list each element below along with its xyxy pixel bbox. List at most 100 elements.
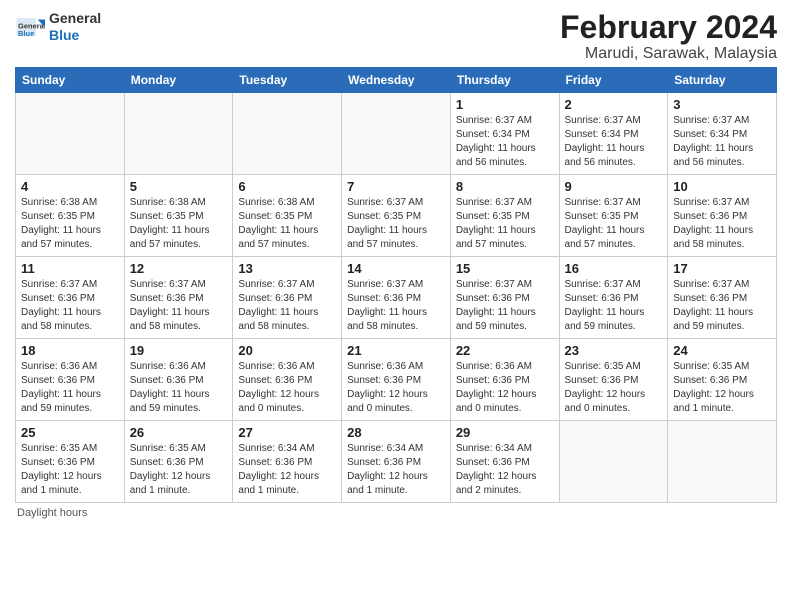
table-row: 7Sunrise: 6:37 AM Sunset: 6:35 PM Daylig… [342, 175, 451, 257]
day-info: Sunrise: 6:37 AM Sunset: 6:36 PM Dayligh… [238, 278, 336, 334]
day-info: Sunrise: 6:35 AM Sunset: 6:36 PM Dayligh… [565, 360, 663, 416]
subtitle: Marudi, Sarawak, Malaysia [560, 45, 777, 63]
table-row: 20Sunrise: 6:36 AM Sunset: 6:36 PM Dayli… [233, 339, 342, 421]
table-row: 16 Sunrise: 6:37 AM Sunset: 6:36 PM Dayli… [559, 257, 668, 339]
day-number: 5 [130, 179, 228, 194]
day-info: Sunrise: 6:34 AM Sunset: 6:36 PM Dayligh… [456, 442, 554, 498]
day-number: 16 [565, 261, 663, 276]
col-tuesday: Tuesday [233, 68, 342, 93]
table-row: 23 Sunrise: 6:35 AM Sunset: 6:36 PM Dayli… [559, 339, 668, 421]
table-row: 12 Sunrise: 6:37 AM Sunset: 6:36 PM Dayli… [124, 257, 233, 339]
main-title: February 2024 [560, 10, 777, 45]
day-info: Sunrise: 6:34 AM Sunset: 6:36 PM Dayligh… [238, 442, 336, 498]
day-info: Sunrise: 6:37 AM Sunset: 6:36 PM Dayligh… [673, 196, 771, 252]
day-info: Sunrise: 6:38 AM Sunset: 6:35 PM Dayligh… [130, 196, 228, 252]
day-number: 17 [673, 261, 771, 276]
col-friday: Friday [559, 68, 668, 93]
table-row [16, 93, 125, 175]
table-row: 13Sunrise: 6:37 AM Sunset: 6:36 PM Dayli… [233, 257, 342, 339]
day-info: Sunrise: 6:37 AM Sunset: 6:36 PM Dayligh… [456, 278, 554, 334]
day-number: 21 [347, 343, 445, 358]
day-number: 1 [456, 97, 554, 112]
day-number: 6 [238, 179, 336, 194]
table-row: 25 Sunrise: 6:35 AM Sunset: 6:36 PM Dayli… [16, 421, 125, 503]
day-number: 9 [565, 179, 663, 194]
table-row: 27 Sunrise: 6:34 AM Sunset: 6:36 PM Dayli… [233, 421, 342, 503]
day-number: 8 [456, 179, 554, 194]
day-number: 19 [130, 343, 228, 358]
day-number: 10 [673, 179, 771, 194]
table-row: 11 Sunrise: 6:37 AM Sunset: 6:36 PM Dayli… [16, 257, 125, 339]
table-row: 8Sunrise: 6:37 AM Sunset: 6:35 PM Daylig… [450, 175, 559, 257]
table-row: 5 Sunrise: 6:38 AM Sunset: 6:35 PM Daylig… [124, 175, 233, 257]
day-number: 7 [347, 179, 445, 194]
day-info: Sunrise: 6:38 AM Sunset: 6:35 PM Dayligh… [238, 196, 336, 252]
table-row [668, 421, 777, 503]
logo-general: General [49, 10, 101, 26]
col-thursday: Thursday [450, 68, 559, 93]
table-row: 24Sunrise: 6:35 AM Sunset: 6:36 PM Dayli… [668, 339, 777, 421]
table-row: 15 Sunrise: 6:37 AM Sunset: 6:36 PM Dayli… [450, 257, 559, 339]
calendar-week-row: 1 Sunrise: 6:37 AM Sunset: 6:34 PM Daylig… [16, 93, 777, 175]
logo-blue: Blue [49, 27, 79, 43]
svg-text:Blue: Blue [18, 29, 34, 38]
col-monday: Monday [124, 68, 233, 93]
table-row [124, 93, 233, 175]
day-number: 28 [347, 425, 445, 440]
table-row: 21 Sunrise: 6:36 AM Sunset: 6:36 PM Dayli… [342, 339, 451, 421]
table-row: 17 Sunrise: 6:37 AM Sunset: 6:36 PM Dayli… [668, 257, 777, 339]
day-number: 3 [673, 97, 771, 112]
day-info: Sunrise: 6:36 AM Sunset: 6:36 PM Dayligh… [238, 360, 336, 416]
day-info: Sunrise: 6:37 AM Sunset: 6:34 PM Dayligh… [673, 114, 771, 170]
day-number: 18 [21, 343, 119, 358]
table-row: 3 Sunrise: 6:37 AM Sunset: 6:34 PM Daylig… [668, 93, 777, 175]
table-row: 10 Sunrise: 6:37 AM Sunset: 6:36 PM Dayli… [668, 175, 777, 257]
day-number: 11 [21, 261, 119, 276]
day-info: Sunrise: 6:36 AM Sunset: 6:36 PM Dayligh… [21, 360, 119, 416]
page-container: General Blue General Blue February 2024 … [0, 0, 792, 529]
title-block: February 2024 Marudi, Sarawak, Malaysia [560, 10, 777, 63]
day-info: Sunrise: 6:36 AM Sunset: 6:36 PM Dayligh… [347, 360, 445, 416]
table-row: 1 Sunrise: 6:37 AM Sunset: 6:34 PM Daylig… [450, 93, 559, 175]
day-info: Sunrise: 6:37 AM Sunset: 6:34 PM Dayligh… [456, 114, 554, 170]
day-number: 22 [456, 343, 554, 358]
footer-note: Daylight hours [15, 507, 777, 519]
day-info: Sunrise: 6:34 AM Sunset: 6:36 PM Dayligh… [347, 442, 445, 498]
table-row [233, 93, 342, 175]
logo-icon: General Blue [15, 12, 45, 42]
day-number: 27 [238, 425, 336, 440]
col-wednesday: Wednesday [342, 68, 451, 93]
day-number: 4 [21, 179, 119, 194]
calendar-header-row: Sunday Monday Tuesday Wednesday Thursday… [16, 68, 777, 93]
col-saturday: Saturday [668, 68, 777, 93]
table-row: 4 Sunrise: 6:38 AM Sunset: 6:35 PM Daylig… [16, 175, 125, 257]
day-number: 26 [130, 425, 228, 440]
day-number: 23 [565, 343, 663, 358]
calendar-week-row: 11 Sunrise: 6:37 AM Sunset: 6:36 PM Dayli… [16, 257, 777, 339]
day-info: Sunrise: 6:37 AM Sunset: 6:36 PM Dayligh… [673, 278, 771, 334]
day-info: Sunrise: 6:37 AM Sunset: 6:36 PM Dayligh… [130, 278, 228, 334]
table-row: 19Sunrise: 6:36 AM Sunset: 6:36 PM Dayli… [124, 339, 233, 421]
day-info: Sunrise: 6:35 AM Sunset: 6:36 PM Dayligh… [21, 442, 119, 498]
day-info: Sunrise: 6:36 AM Sunset: 6:36 PM Dayligh… [456, 360, 554, 416]
day-info: Sunrise: 6:37 AM Sunset: 6:36 PM Dayligh… [565, 278, 663, 334]
table-row: 26Sunrise: 6:35 AM Sunset: 6:36 PM Dayli… [124, 421, 233, 503]
day-info: Sunrise: 6:37 AM Sunset: 6:36 PM Dayligh… [21, 278, 119, 334]
day-number: 12 [130, 261, 228, 276]
table-row: 6 Sunrise: 6:38 AM Sunset: 6:35 PM Daylig… [233, 175, 342, 257]
col-sunday: Sunday [16, 68, 125, 93]
day-info: Sunrise: 6:38 AM Sunset: 6:35 PM Dayligh… [21, 196, 119, 252]
day-number: 24 [673, 343, 771, 358]
day-number: 2 [565, 97, 663, 112]
day-number: 15 [456, 261, 554, 276]
table-row: 18 Sunrise: 6:36 AM Sunset: 6:36 PM Dayli… [16, 339, 125, 421]
calendar-table: Sunday Monday Tuesday Wednesday Thursday… [15, 67, 777, 503]
logo: General Blue General Blue [15, 10, 101, 44]
day-number: 25 [21, 425, 119, 440]
table-row: 28 Sunrise: 6:34 AM Sunset: 6:36 PM Dayli… [342, 421, 451, 503]
day-number: 14 [347, 261, 445, 276]
day-info: Sunrise: 6:37 AM Sunset: 6:34 PM Dayligh… [565, 114, 663, 170]
table-row: 22 Sunrise: 6:36 AM Sunset: 6:36 PM Dayli… [450, 339, 559, 421]
calendar-week-row: 25 Sunrise: 6:35 AM Sunset: 6:36 PM Dayli… [16, 421, 777, 503]
calendar-week-row: 18 Sunrise: 6:36 AM Sunset: 6:36 PM Dayli… [16, 339, 777, 421]
